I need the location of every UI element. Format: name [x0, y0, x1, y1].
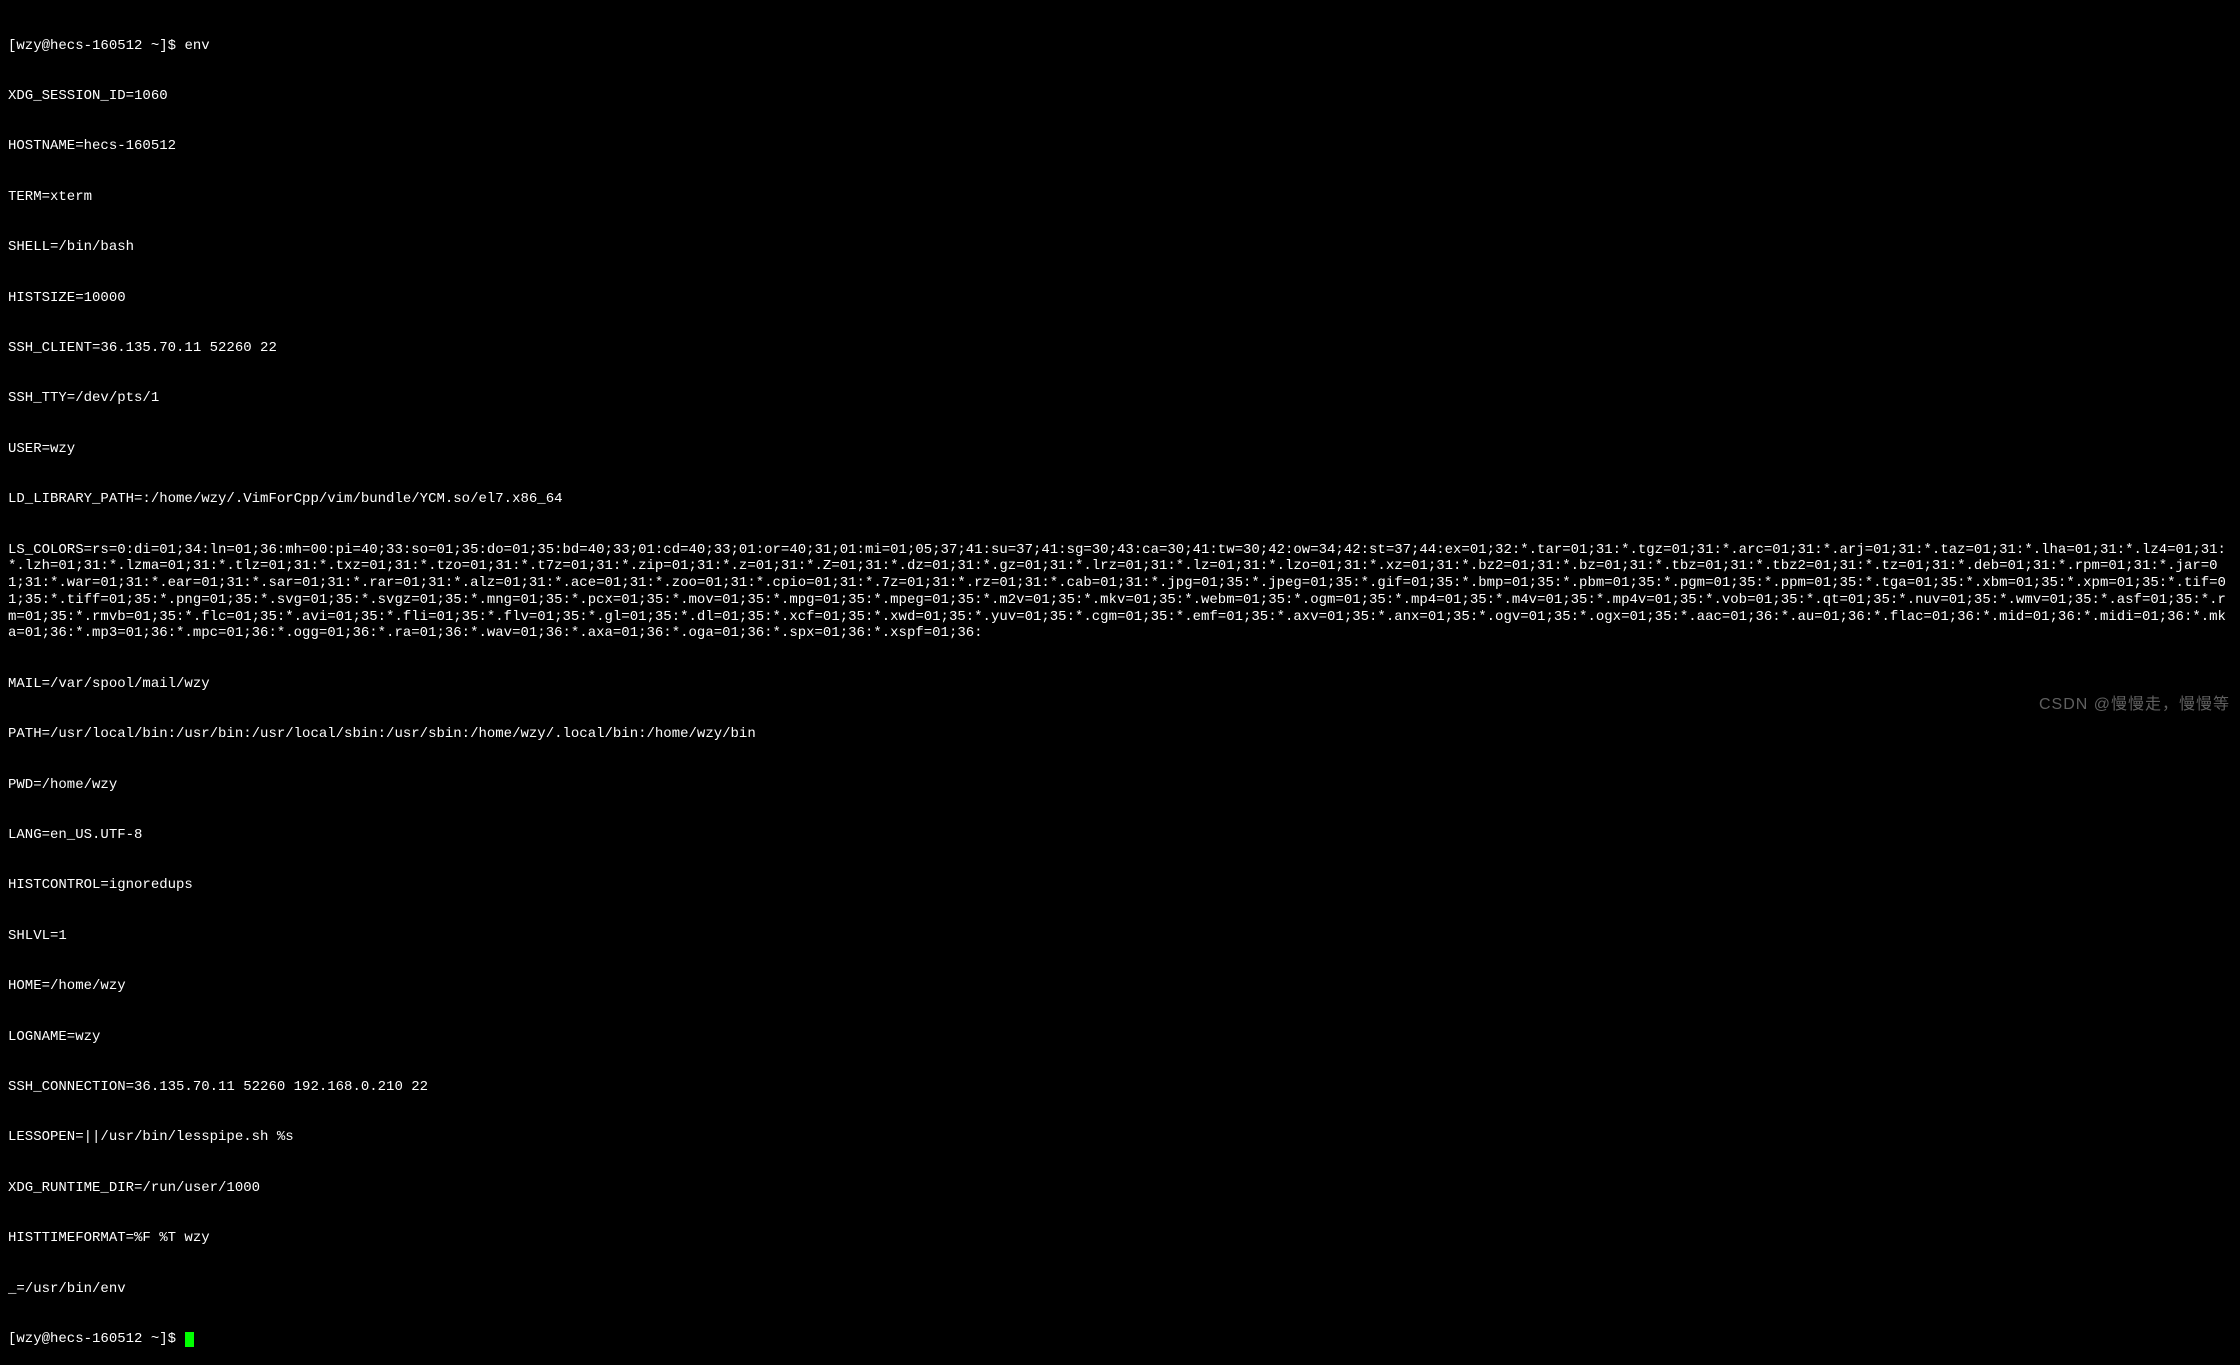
- env-line: _=/usr/bin/env: [8, 1281, 2232, 1298]
- env-line: HISTSIZE=10000: [8, 290, 2232, 307]
- env-line: XDG_RUNTIME_DIR=/run/user/1000: [8, 1180, 2232, 1197]
- env-line: HISTTIMEFORMAT=%F %T wzy: [8, 1230, 2232, 1247]
- shell-prompt: [wzy@hecs-160512 ~]$: [8, 1331, 184, 1347]
- env-line: SHLVL=1: [8, 928, 2232, 945]
- env-line: TERM=xterm: [8, 189, 2232, 206]
- watermark-text: CSDN @慢慢走，慢慢等: [2039, 695, 2230, 714]
- env-line: LANG=en_US.UTF-8: [8, 827, 2232, 844]
- command-text: env: [184, 38, 209, 54]
- shell-prompt: [wzy@hecs-160512 ~]$: [8, 38, 184, 54]
- terminal-area[interactable]: [wzy@hecs-160512 ~]$ env XDG_SESSION_ID=…: [8, 4, 2232, 1365]
- env-line: PWD=/home/wzy: [8, 777, 2232, 794]
- env-line: LESSOPEN=||/usr/bin/lesspipe.sh %s: [8, 1129, 2232, 1146]
- env-line: HISTCONTROL=ignoredups: [8, 877, 2232, 894]
- prompt-line-last: [wzy@hecs-160512 ~]$: [8, 1331, 2232, 1348]
- cursor-block: [185, 1332, 194, 1347]
- env-line: XDG_SESSION_ID=1060: [8, 88, 2232, 105]
- env-line: MAIL=/var/spool/mail/wzy: [8, 676, 2232, 693]
- env-line: LOGNAME=wzy: [8, 1029, 2232, 1046]
- env-line: SSH_CLIENT=36.135.70.11 52260 22: [8, 340, 2232, 357]
- env-line: LD_LIBRARY_PATH=:/home/wzy/.VimForCpp/vi…: [8, 491, 2232, 508]
- env-line: SHELL=/bin/bash: [8, 239, 2232, 256]
- env-line: HOSTNAME=hecs-160512: [8, 138, 2232, 155]
- env-line: USER=wzy: [8, 441, 2232, 458]
- env-line: SSH_TTY=/dev/pts/1: [8, 390, 2232, 407]
- command-line: [wzy@hecs-160512 ~]$ env: [8, 38, 2232, 55]
- env-line: SSH_CONNECTION=36.135.70.11 52260 192.16…: [8, 1079, 2232, 1096]
- env-line: PATH=/usr/local/bin:/usr/bin:/usr/local/…: [8, 726, 2232, 743]
- env-line: LS_COLORS=rs=0:di=01;34:ln=01;36:mh=00:p…: [8, 542, 2232, 643]
- env-line: HOME=/home/wzy: [8, 978, 2232, 995]
